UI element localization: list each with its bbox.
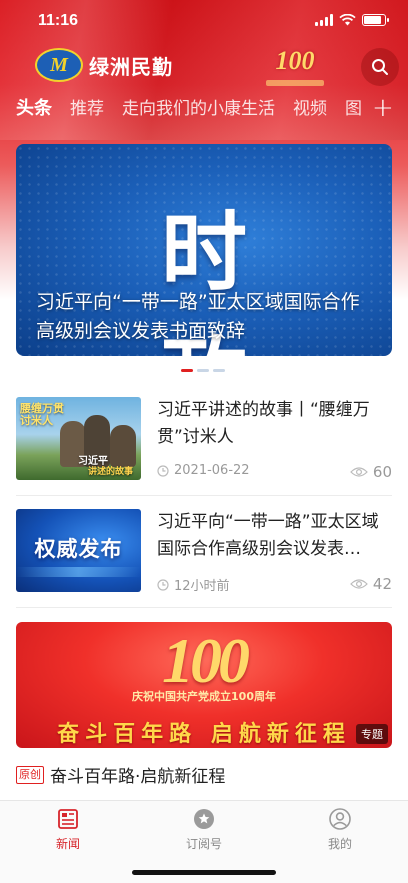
tab-video[interactable]: 视频 — [293, 96, 327, 128]
news-title: 习近平讲述的故事丨“腰缠万贯”讨米人 — [157, 400, 370, 447]
feature-card[interactable]: 100 庆祝中国共产党成立100周年 奋斗百年路 启航新征程 专题 — [16, 622, 392, 748]
eye-icon — [350, 579, 368, 589]
cellular-signal-icon — [315, 14, 333, 26]
banner-pager — [181, 369, 225, 372]
pager-dot — [197, 369, 209, 372]
status-bar: 11:16 — [0, 0, 408, 44]
news-thumbnail: 腰缠万贯讨米人 习近平 讲述的故事 — [16, 397, 141, 480]
channel-tabs: 头条 推荐 走向我们的小康生活 视频 图 — [16, 96, 366, 128]
original-tag: 原创 — [16, 765, 44, 784]
tab-picture[interactable]: 图 — [345, 96, 362, 128]
news-item[interactable]: 腰缠万贯讨米人 习近平 讲述的故事 习近平讲述的故事丨“腰缠万贯”讨米人 202… — [16, 397, 392, 481]
brand-name: 绿洲民勤 — [89, 54, 173, 79]
news-views: 60 — [350, 463, 392, 481]
news-thumbnail: 权威发布 — [16, 509, 141, 592]
feature-subtitle: 庆祝中国共产党成立100周年 — [132, 690, 276, 703]
news-time: 12小时前 — [157, 575, 230, 594]
news-icon — [58, 809, 78, 829]
feature-title: 奋斗百年路·启航新征程 — [50, 767, 226, 787]
news-views: 42 — [350, 575, 392, 593]
feature-number: 100 — [162, 625, 250, 696]
hero-banner[interactable]: 时政 习近平向“一带一路”亚太区域国际合作高级别会议发表书面致辞 — [16, 144, 392, 356]
banner-caption: 习近平向“一带一路”亚太区域国际合作高级别会议发表书面致辞 — [36, 291, 360, 342]
search-icon — [372, 59, 388, 75]
home-indicator — [132, 870, 276, 875]
divider — [16, 495, 392, 496]
battery-icon — [362, 14, 389, 26]
nav-news[interactable]: 新闻 — [18, 807, 118, 852]
feature-slogan: 奋斗百年路 启航新征程 — [57, 721, 351, 747]
pager-dot — [181, 369, 193, 372]
subscribe-icon — [194, 809, 214, 829]
profile-icon — [329, 808, 351, 830]
news-item[interactable]: 权威发布 习近平向“一带一路”亚太区域国际合作高级别会议发表… 12小时前 42 — [16, 509, 392, 594]
search-button[interactable] — [361, 48, 399, 86]
app-logo-icon: M — [35, 48, 83, 82]
centenary-badge-icon: 100 — [266, 44, 324, 96]
tab-headline[interactable]: 头条 — [16, 96, 52, 128]
tab-recommend[interactable]: 推荐 — [70, 96, 104, 128]
status-icons — [315, 14, 389, 26]
status-time: 11:16 — [38, 12, 79, 29]
brand[interactable]: M 绿洲民勤 — [35, 48, 173, 82]
add-channel-button[interactable]: + — [372, 94, 394, 122]
nav-profile[interactable]: 我的 — [290, 807, 390, 852]
tab-xiaokang[interactable]: 走向我们的小康生活 — [122, 96, 275, 128]
wifi-icon — [339, 14, 356, 26]
topic-tag: 专题 — [356, 724, 388, 744]
news-time: 2021-06-22 — [157, 463, 250, 478]
clock-icon — [157, 464, 169, 477]
feature-title-row[interactable]: 原创 奋斗百年路·启航新征程 — [16, 762, 225, 787]
clock-icon — [157, 578, 169, 591]
eye-icon — [350, 467, 368, 477]
nav-subscribe[interactable]: 订阅号 — [154, 807, 254, 852]
news-title: 习近平向“一带一路”亚太区域国际合作高级别会议发表… — [157, 512, 379, 559]
divider — [16, 607, 392, 608]
pager-dot — [213, 369, 225, 372]
